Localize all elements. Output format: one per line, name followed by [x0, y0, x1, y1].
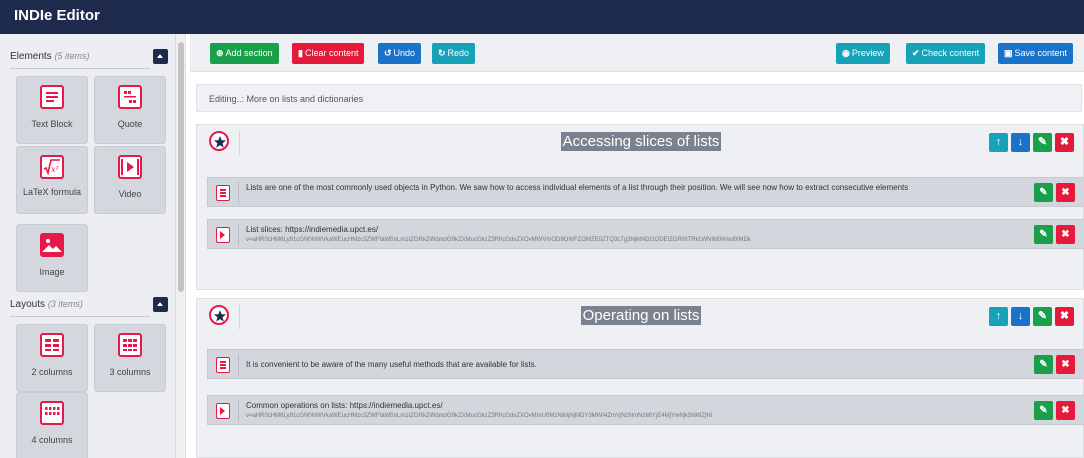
element-label: Text Block — [31, 119, 73, 129]
elements-section-header: Elements (5 items) — [10, 46, 170, 69]
quote-icon — [118, 85, 142, 109]
add-section-button[interactable]: ⊕ Add section — [210, 43, 279, 64]
layouts-section-title: Layouts — [10, 299, 46, 310]
trash-icon: ▮ — [298, 48, 303, 58]
content-section: Operating on lists ↑ ↓ ✎ ✖ It is conveni… — [196, 298, 1084, 458]
elements-count: (5 items) — [54, 51, 90, 61]
delete-item-button[interactable]: ✖ — [1056, 355, 1075, 374]
item-text: Lists are one of the most commonly used … — [246, 183, 909, 192]
item-text: List slices: https://indiemedia.upct.es/ — [246, 225, 379, 234]
toolbar: ⊕ Add section ▮ Clear content ↺ Undo ↻ Redo … — [190, 34, 1084, 72]
delete-item-button[interactable]: ✖ — [1056, 183, 1075, 202]
layout-two-columns[interactable]: 2 columns — [16, 324, 88, 392]
editing-breadcrumb: Editing..: More on lists and dictionarie… — [196, 84, 1082, 112]
move-down-button[interactable]: ↓ — [1011, 133, 1030, 152]
section-item-video[interactable]: List slices: https://indiemedia.upct.es/… — [207, 219, 1084, 249]
four-columns-icon — [40, 401, 64, 425]
delete-item-button[interactable]: ✖ — [1056, 225, 1075, 244]
editor-main: ⊕ Add section ▮ Clear content ↺ Undo ↻ Redo … — [190, 34, 1084, 458]
section-item-text[interactable]: It is convenient to be aware of the many… — [207, 349, 1084, 379]
preview-button[interactable]: ◉ Preview — [836, 43, 890, 64]
layouts-collapse-button[interactable] — [153, 297, 168, 312]
layout-label: 2 columns — [31, 367, 73, 377]
check-icon: ✔ — [912, 48, 920, 58]
element-label: Image — [39, 267, 65, 277]
eye-icon: ◉ — [842, 48, 850, 58]
sidebar: Elements (5 items) Text Block Quote x² L… — [0, 34, 176, 458]
element-quote[interactable]: Quote — [94, 76, 166, 144]
divider — [10, 68, 150, 69]
layout-label: 4 columns — [31, 435, 73, 445]
divider — [238, 400, 239, 422]
plus-circle-icon: ⊕ — [216, 48, 224, 58]
save-content-button[interactable]: ▣ Save content — [998, 43, 1074, 64]
section-item-video[interactable]: Common operations on lists: https://indi… — [207, 395, 1084, 425]
app-title: INDIe Editor — [14, 7, 100, 24]
element-label: LaTeX formula — [22, 187, 82, 197]
layouts-section-header: Layouts (3 items) — [10, 294, 170, 317]
text-block-icon — [40, 85, 64, 109]
divider — [238, 182, 239, 204]
edit-item-button[interactable]: ✎ — [1034, 401, 1053, 420]
layout-three-columns[interactable]: 3 columns — [94, 324, 166, 392]
edit-section-button[interactable]: ✎ — [1033, 133, 1052, 152]
edit-section-button[interactable]: ✎ — [1033, 307, 1052, 326]
layouts-count: (3 items) — [47, 299, 83, 309]
section-title[interactable]: Accessing slices of lists — [560, 132, 722, 151]
section-header: Operating on lists ↑ ↓ ✎ ✖ — [197, 299, 1084, 333]
element-label: Video — [118, 189, 142, 199]
three-columns-icon — [118, 333, 142, 357]
item-text: It is convenient to be aware of the many… — [246, 360, 537, 369]
element-video[interactable]: Video — [94, 146, 166, 214]
layout-four-columns[interactable]: 4 columns — [16, 392, 88, 458]
content-section: Accessing slices of lists ↑ ↓ ✎ ✖ Lists … — [196, 124, 1084, 290]
app-header: INDIe Editor — [0, 0, 1084, 34]
latex-formula-icon: x² — [40, 155, 64, 179]
video-icon — [118, 155, 142, 179]
save-icon: ▣ — [1004, 48, 1013, 58]
video-icon — [216, 227, 230, 243]
image-icon — [40, 233, 64, 257]
delete-item-button[interactable]: ✖ — [1056, 401, 1075, 420]
element-label: Quote — [117, 119, 143, 129]
elements-section-title: Elements — [10, 51, 52, 62]
scrollbar-thumb[interactable] — [178, 42, 184, 292]
move-up-button[interactable]: ↑ — [989, 133, 1008, 152]
move-up-button[interactable]: ↑ — [989, 307, 1008, 326]
elements-collapse-button[interactable] — [153, 49, 168, 64]
divider — [238, 224, 239, 246]
delete-section-button[interactable]: ✖ — [1055, 307, 1074, 326]
element-image[interactable]: Image — [16, 224, 88, 292]
two-columns-icon — [40, 333, 64, 357]
element-latex-formula[interactable]: x² LaTeX formula — [16, 146, 88, 214]
section-header: Accessing slices of lists ↑ ↓ ✎ ✖ — [197, 125, 1084, 159]
clear-content-button[interactable]: ▮ Clear content — [292, 43, 365, 64]
undo-button[interactable]: ↺ Undo — [378, 43, 422, 64]
svg-text:x²: x² — [51, 165, 59, 174]
text-block-icon — [216, 185, 230, 201]
divider — [238, 354, 239, 376]
redo-button[interactable]: ↻ Redo — [432, 43, 476, 64]
edit-item-button[interactable]: ✎ — [1034, 355, 1053, 374]
undo-icon: ↺ — [384, 48, 392, 58]
check-content-button[interactable]: ✔ Check content — [906, 43, 986, 64]
section-title[interactable]: Operating on lists — [580, 306, 702, 325]
element-text-block[interactable]: Text Block — [16, 76, 88, 144]
item-subtext: v=aHR0cHM6Ly91cGN0NWVkaWEucHMzc3ZWFtaW5n… — [246, 413, 712, 419]
item-subtext: v=aHR0cHM6Ly91cGN0NWVkaWEucHMzc3ZWFtaW5n… — [246, 237, 751, 243]
sidebar-scrollbar[interactable] — [176, 34, 186, 458]
edit-item-button[interactable]: ✎ — [1034, 183, 1053, 202]
item-text: Common operations on lists: https://indi… — [246, 401, 443, 410]
delete-section-button[interactable]: ✖ — [1055, 133, 1074, 152]
edit-item-button[interactable]: ✎ — [1034, 225, 1053, 244]
text-block-icon — [216, 357, 230, 373]
redo-icon: ↻ — [438, 48, 446, 58]
video-icon — [216, 403, 230, 419]
divider — [10, 316, 150, 317]
move-down-button[interactable]: ↓ — [1011, 307, 1030, 326]
layout-label: 3 columns — [109, 367, 151, 377]
section-item-text[interactable]: Lists are one of the most commonly used … — [207, 177, 1084, 207]
